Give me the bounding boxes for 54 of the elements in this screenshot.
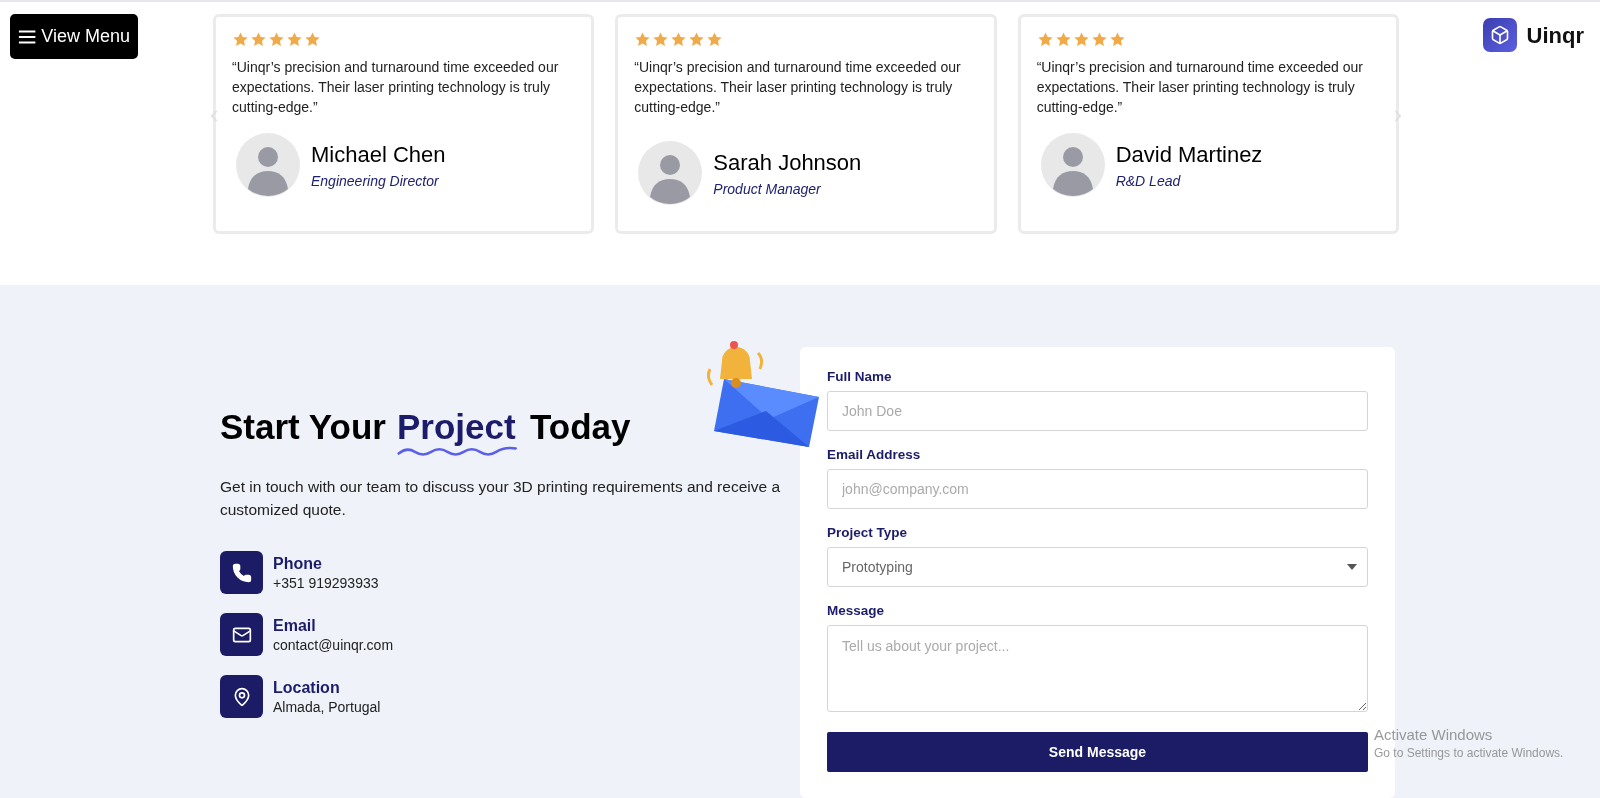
caret-icon [1347, 564, 1357, 570]
person-role: R&D Lead [1115, 172, 1182, 189]
star-icon [304, 31, 321, 48]
input-field[interactable]: john@company.com [827, 469, 1368, 509]
contact-label: Phone [273, 554, 323, 573]
person-name: David Martinez [1115, 141, 1263, 168]
person-role: Product Manager [713, 180, 822, 197]
avatar-icon [236, 133, 300, 197]
contact-value: contact@uinqr.com [273, 636, 394, 653]
input-field[interactable]: John Doe [827, 391, 1368, 431]
brand-name: Uinqr [1526, 23, 1584, 49]
field-label: Message [827, 603, 886, 618]
avatar-icon [1040, 133, 1105, 197]
view-menu-button[interactable]: View Menu [10, 14, 138, 59]
field-label: Full Name [827, 369, 893, 384]
contact-value: +351 919293933 [273, 574, 379, 591]
star-icon [1072, 31, 1090, 48]
person-name: Sarah Johnson [713, 149, 862, 176]
person-role: Engineering Director [311, 172, 440, 189]
field-label: Email Address [827, 447, 922, 462]
avatar-icon [638, 141, 703, 205]
send-message-button[interactable]: Send Message [827, 732, 1368, 772]
testimonial-quote: “Uinqr’s precision and turnaround time exceeded our expectations. Their laser printing technology is truly cutting-edge.” [1036, 58, 1364, 117]
contact-label: Email [273, 616, 317, 635]
star-icon [634, 31, 652, 48]
star-icon [1090, 31, 1108, 48]
testimonial-quote: “Uinqr’s precision and turnaround time exceeded our expectations. Their laser printing technology is truly cutting-edge.” [634, 58, 962, 117]
phone-icon [220, 551, 263, 594]
message-field[interactable]: Tell us about your project... [827, 625, 1368, 712]
star-icon [1054, 31, 1072, 48]
star-icon [688, 31, 706, 48]
intro-text: Get in touch with our team to discuss your 3D printing requirements and receive a customized quote. [220, 477, 780, 520]
star-icon [706, 31, 724, 48]
star-icon [232, 31, 249, 48]
project-type-select[interactable]: Prototyping [827, 547, 1368, 587]
map-pin-icon [220, 675, 263, 718]
field-label: Project Type [827, 525, 909, 540]
star-icon [1108, 31, 1126, 48]
star-icon [268, 31, 285, 48]
wavy-underline-icon [396, 445, 519, 457]
activation-notice-title: Activate Windows [1374, 726, 1494, 743]
mail-icon [220, 613, 263, 656]
person-name: Michael Chen [311, 141, 446, 168]
star-icon [250, 31, 267, 48]
star-icon [652, 31, 670, 48]
star-icon [1036, 31, 1054, 48]
cube-icon [1482, 18, 1517, 52]
activation-notice-text: Go to Settings to activate Windows. [1374, 746, 1564, 760]
testimonial-quote: “Uinqr’s precision and turnaround time exceeded our expectations. Their laser printing technology is truly cutting-edge.” [232, 58, 560, 117]
menu-icon [18, 28, 37, 45]
star-icon [670, 31, 688, 48]
contact-value: Almada, Portugal [273, 698, 381, 715]
contact-label: Location [273, 678, 341, 697]
star-icon [286, 31, 303, 48]
